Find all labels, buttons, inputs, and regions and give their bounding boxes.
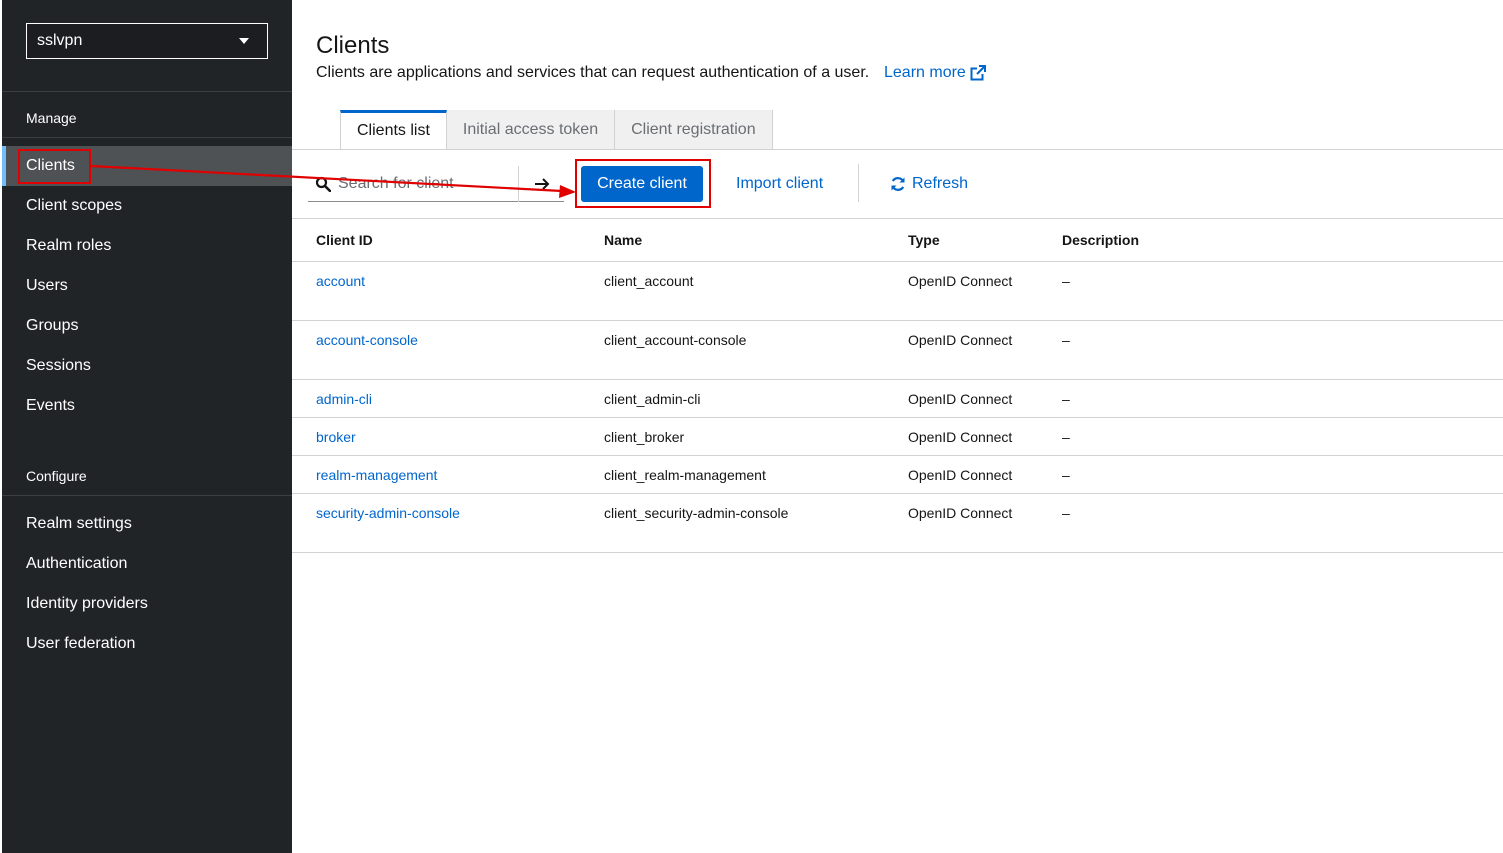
column-header-type[interactable]: Type [908, 219, 1062, 262]
sidebar-item-sessions[interactable]: Sessions [2, 346, 292, 386]
search-icon [308, 176, 338, 192]
learn-more-label: Learn more [884, 64, 966, 81]
client-name-cell: client_admin-cli [604, 379, 908, 418]
sidebar-item-label: Sessions [26, 357, 91, 374]
clients-table: Client ID Name Type Description account … [292, 219, 1503, 553]
table-row: broker client_broker OpenID Connect – [292, 417, 1503, 456]
import-client-button[interactable]: Import client [736, 166, 823, 202]
tab-clients-list[interactable]: Clients list [340, 110, 447, 149]
arrow-right-icon [534, 178, 549, 190]
sidebar-item-label: Clients [26, 157, 75, 174]
client-type-cell: OpenID Connect [908, 493, 1062, 553]
refresh-button[interactable]: Refresh [890, 166, 968, 202]
sidebar-item-realm-settings[interactable]: Realm settings [2, 504, 292, 544]
sidebar-item-label: Client scopes [26, 197, 123, 214]
client-name-cell: client_realm-management [604, 455, 908, 494]
table-row: security-admin-console client_security-a… [292, 493, 1503, 553]
table-row: realm-management client_realm-management… [292, 455, 1503, 494]
client-name-cell: client_account-console [604, 320, 908, 380]
sidebar-item-groups[interactable]: Groups [2, 306, 292, 346]
sidebar-item-client-scopes[interactable]: Client scopes [2, 186, 292, 226]
client-type-cell: OpenID Connect [908, 261, 1062, 321]
sidebar: sslvpn Manage Clients Client scopes Real… [2, 0, 292, 853]
sidebar-item-events[interactable]: Events [2, 386, 292, 426]
main-content: Clients Clients are applications and ser… [292, 0, 1503, 853]
section-title-configure: Configure [26, 468, 87, 484]
client-id-link[interactable]: realm-management [316, 467, 437, 483]
sidebar-item-label: Identity providers [26, 595, 148, 612]
column-header-description[interactable]: Description [1062, 219, 1503, 262]
sidebar-item-label: Realm settings [26, 515, 132, 532]
client-id-link[interactable]: admin-cli [316, 391, 372, 407]
sidebar-item-user-federation[interactable]: User federation [2, 624, 292, 664]
client-type-cell: OpenID Connect [908, 379, 1062, 418]
sidebar-item-authentication[interactable]: Authentication [2, 544, 292, 584]
section-title-manage: Manage [26, 110, 77, 126]
toolbar-separator [858, 164, 859, 202]
sidebar-item-identity-providers[interactable]: Identity providers [2, 584, 292, 624]
sidebar-item-clients[interactable]: Clients [2, 146, 292, 186]
sidebar-divider [2, 495, 292, 496]
client-description-cell: – [1062, 493, 1503, 553]
table-row: account-console client_account-console O… [292, 320, 1503, 380]
realm-selector-value: sslvpn [37, 32, 83, 49]
sidebar-item-label: User federation [26, 635, 136, 652]
sidebar-divider [2, 137, 292, 138]
sidebar-item-users[interactable]: Users [2, 266, 292, 306]
client-id-link[interactable]: broker [316, 429, 356, 445]
client-id-link[interactable]: account-console [316, 332, 418, 348]
caret-down-icon [239, 38, 249, 44]
sidebar-item-label: Groups [26, 317, 79, 334]
client-type-cell: OpenID Connect [908, 417, 1062, 456]
client-description-cell: – [1062, 417, 1503, 456]
client-type-cell: OpenID Connect [908, 320, 1062, 380]
client-type-cell: OpenID Connect [908, 455, 1062, 494]
client-name-cell: client_security-admin-console [604, 493, 908, 553]
table-header-row: Client ID Name Type Description [292, 219, 1503, 262]
client-id-link[interactable]: security-admin-console [316, 505, 460, 521]
sidebar-divider [2, 91, 292, 92]
realm-selector[interactable]: sslvpn [26, 23, 268, 59]
tab-bar: Clients list Initial access token Client… [340, 110, 773, 149]
search-submit-button[interactable] [518, 166, 564, 202]
sidebar-item-label: Users [26, 277, 68, 294]
search-input[interactable] [338, 174, 516, 193]
table-row: admin-cli client_admin-cli OpenID Connec… [292, 379, 1503, 418]
tab-client-registration[interactable]: Client registration [615, 110, 773, 149]
sidebar-item-label: Realm roles [26, 237, 112, 254]
import-client-label: Import client [736, 175, 824, 192]
sidebar-item-realm-roles[interactable]: Realm roles [2, 226, 292, 266]
column-header-client-id[interactable]: Client ID [292, 219, 604, 262]
create-client-button[interactable]: Create client [581, 166, 703, 202]
tabs-divider [292, 149, 1503, 150]
client-name-cell: client_broker [604, 417, 908, 456]
client-description-cell: – [1062, 455, 1503, 494]
page-description: Clients are applications and services th… [316, 64, 870, 81]
learn-more-link[interactable]: Learn more [884, 64, 986, 82]
client-name-cell: client_account [604, 261, 908, 321]
table-row: account client_account OpenID Connect – [292, 261, 1503, 321]
client-id-link[interactable]: account [316, 273, 365, 289]
external-link-icon [970, 65, 986, 81]
sidebar-item-label: Authentication [26, 555, 128, 572]
client-description-cell: – [1062, 379, 1503, 418]
sidebar-item-label: Events [26, 397, 75, 414]
page-title: Clients [316, 32, 390, 59]
refresh-icon [891, 177, 905, 191]
client-description-cell: – [1062, 261, 1503, 321]
column-header-name[interactable]: Name [604, 219, 908, 262]
refresh-label: Refresh [912, 175, 969, 192]
tab-initial-access-token[interactable]: Initial access token [446, 110, 616, 149]
search-box [308, 166, 564, 202]
client-description-cell: – [1062, 320, 1503, 380]
